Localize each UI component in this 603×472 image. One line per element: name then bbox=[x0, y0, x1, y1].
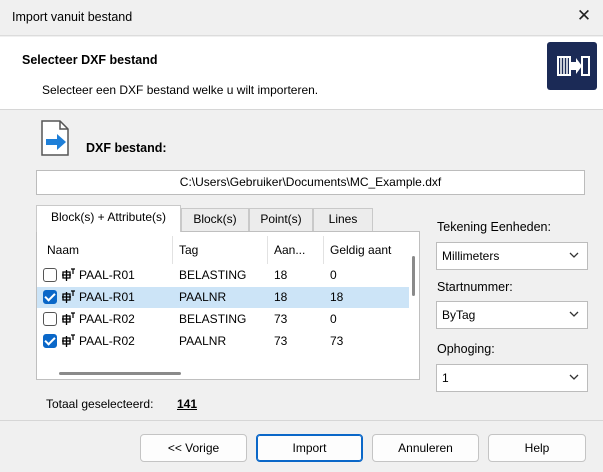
help-button[interactable]: Help bbox=[488, 434, 586, 462]
cell-tag: BELASTING bbox=[179, 312, 247, 326]
table-row[interactable]: PAAL-R02 PAALNR 73 73 bbox=[37, 331, 409, 352]
cell-aantal: 73 bbox=[274, 312, 288, 326]
column-header-aantal[interactable]: Aan... bbox=[268, 236, 324, 264]
total-selected-value: 141 bbox=[177, 397, 198, 411]
previous-button[interactable]: << Vorige bbox=[140, 434, 247, 462]
table-row[interactable]: PAAL-R02 BELASTING 73 0 bbox=[37, 309, 409, 330]
cell-aantal: 18 bbox=[274, 290, 288, 304]
cell-geldig: 73 bbox=[330, 334, 344, 348]
ophoging-dropdown[interactable]: 1 bbox=[436, 364, 588, 392]
block-attribute-icon bbox=[62, 334, 75, 347]
close-button[interactable]: ✕ bbox=[571, 5, 597, 29]
tab-blocks-attributes[interactable]: Block(s) + Attribute(s) bbox=[36, 205, 181, 232]
cell-geldig: 0 bbox=[330, 268, 337, 282]
column-header-tag[interactable]: Tag bbox=[173, 236, 268, 264]
cell-tag: PAALNR bbox=[179, 334, 227, 348]
vertical-scrollbar[interactable] bbox=[412, 256, 415, 296]
block-attribute-icon bbox=[62, 268, 75, 281]
table-row[interactable]: PAAL-R01 PAALNR 18 18 bbox=[37, 287, 409, 308]
units-value: Millimeters bbox=[442, 249, 500, 263]
cell-tag: BELASTING bbox=[179, 268, 247, 282]
column-header-geldig[interactable]: Geldig aant bbox=[324, 236, 408, 264]
wizard-header: Selecteer DXF bestand Selecteer een DXF … bbox=[0, 37, 603, 110]
column-header-naam[interactable]: Naam bbox=[41, 236, 173, 264]
tab-blocks[interactable]: Block(s) bbox=[181, 208, 249, 231]
cancel-button[interactable]: Annuleren bbox=[372, 434, 479, 462]
row-checkbox[interactable] bbox=[43, 312, 57, 326]
header-subtitle: Selecteer een DXF bestand welke u wilt i… bbox=[42, 83, 319, 97]
attribute-table: Naam Tag Aan... Geldig aant PAAL-R01 BEL… bbox=[36, 231, 420, 380]
header-title: Selecteer DXF bestand bbox=[22, 53, 158, 67]
ophoging-label: Ophoging: bbox=[437, 342, 495, 356]
tab-points[interactable]: Point(s) bbox=[249, 208, 313, 231]
file-path-field[interactable]: C:\Users\Gebruiker\Documents\MC_Example.… bbox=[36, 170, 585, 195]
row-checkbox[interactable] bbox=[43, 268, 57, 282]
import-file-icon bbox=[547, 42, 597, 90]
block-attribute-icon bbox=[62, 290, 75, 303]
table-row[interactable]: PAAL-R01 BELASTING 18 0 bbox=[37, 265, 409, 286]
tab-lines[interactable]: Lines bbox=[313, 208, 373, 231]
cell-geldig: 0 bbox=[330, 312, 337, 326]
dxf-file-label: DXF bestand: bbox=[86, 141, 167, 155]
cell-aantal: 73 bbox=[274, 334, 288, 348]
startnummer-value: ByTag bbox=[442, 308, 476, 322]
title-bar: Import vanuit bestand ✕ bbox=[0, 0, 603, 36]
chevron-down-icon bbox=[569, 374, 579, 380]
import-button[interactable]: Import bbox=[256, 434, 363, 462]
cell-naam: PAAL-R02 bbox=[79, 312, 135, 326]
cell-geldig: 18 bbox=[330, 290, 344, 304]
row-checkbox[interactable] bbox=[43, 290, 57, 304]
row-checkbox[interactable] bbox=[43, 334, 57, 348]
ophoging-value: 1 bbox=[442, 371, 449, 385]
total-selected-label: Totaal geselecteerd: bbox=[46, 397, 154, 411]
window-title: Import vanuit bestand bbox=[12, 10, 133, 24]
block-attribute-icon bbox=[62, 312, 75, 325]
startnummer-dropdown[interactable]: ByTag bbox=[436, 301, 588, 329]
cell-tag: PAALNR bbox=[179, 290, 227, 304]
horizontal-scrollbar[interactable] bbox=[59, 372, 181, 375]
footer-divider bbox=[0, 420, 603, 421]
units-label: Tekening Eenheden: bbox=[437, 220, 551, 234]
cell-naam: PAAL-R02 bbox=[79, 334, 135, 348]
cell-naam: PAAL-R01 bbox=[79, 290, 135, 304]
chevron-down-icon bbox=[569, 311, 579, 317]
chevron-down-icon bbox=[569, 252, 579, 258]
startnummer-label: Startnummer: bbox=[437, 280, 513, 294]
units-dropdown[interactable]: Millimeters bbox=[436, 242, 588, 270]
cell-naam: PAAL-R01 bbox=[79, 268, 135, 282]
cell-aantal: 18 bbox=[274, 268, 288, 282]
file-import-icon bbox=[40, 120, 70, 156]
